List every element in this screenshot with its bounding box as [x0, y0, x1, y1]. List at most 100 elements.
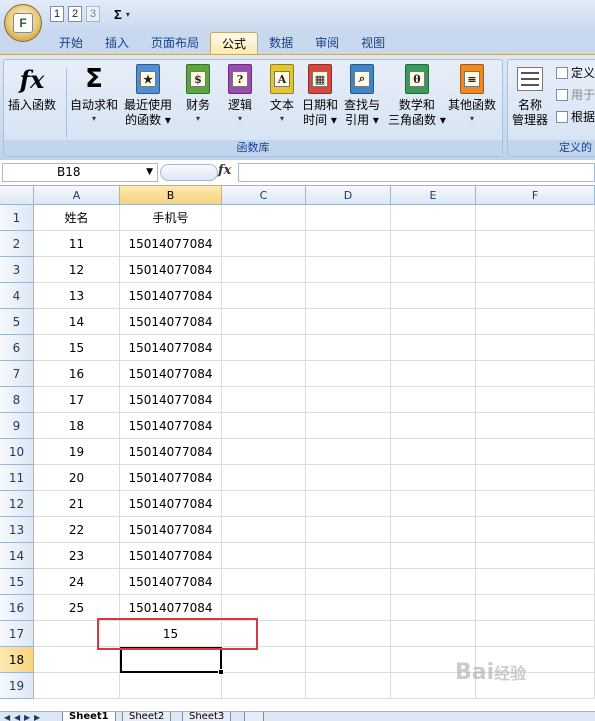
row-header[interactable]: 3: [0, 257, 34, 283]
create-from-selection-button[interactable]: 根据: [556, 108, 595, 125]
cell-d12[interactable]: [306, 491, 391, 517]
cell-c3[interactable]: [222, 257, 306, 283]
cell-b13[interactable]: 15014077084: [120, 517, 222, 543]
math-trig-button[interactable]: θ 数学和 三角函数 ▾: [388, 62, 446, 128]
cell-e16[interactable]: [391, 595, 476, 621]
cell-b9[interactable]: 15014077084: [120, 413, 222, 439]
cell-a11[interactable]: 20: [34, 465, 120, 491]
cell-d18[interactable]: [306, 647, 391, 673]
cell-c2[interactable]: [222, 231, 306, 257]
cell-b6[interactable]: 15014077084: [120, 335, 222, 361]
sigma-icon[interactable]: Σ: [114, 7, 122, 22]
cell-e15[interactable]: [391, 569, 476, 595]
cell-d10[interactable]: [306, 439, 391, 465]
cell-b3[interactable]: 15014077084: [120, 257, 222, 283]
cell-d6[interactable]: [306, 335, 391, 361]
cell-a1[interactable]: 姓名: [34, 205, 120, 231]
financial-button[interactable]: $ 财务 ▾: [183, 62, 213, 125]
cell-d15[interactable]: [306, 569, 391, 595]
cell-d16[interactable]: [306, 595, 391, 621]
sheet-tab-3[interactable]: Sheet3: [182, 712, 232, 721]
cell-a5[interactable]: 14: [34, 309, 120, 335]
cell-a6[interactable]: 15: [34, 335, 120, 361]
autosum-button[interactable]: Σ 自动求和 ▾: [70, 62, 118, 125]
tab-review[interactable]: 审阅: [304, 32, 350, 54]
cell-e10[interactable]: [391, 439, 476, 465]
row-header[interactable]: 13: [0, 517, 34, 543]
row-header[interactable]: 11: [0, 465, 34, 491]
cell-d19[interactable]: [306, 673, 391, 699]
column-header-e[interactable]: E: [391, 186, 476, 205]
cell-c6[interactable]: [222, 335, 306, 361]
more-functions-button[interactable]: ≡ 其他函数 ▾: [448, 62, 496, 125]
cell-a7[interactable]: 16: [34, 361, 120, 387]
cell-e6[interactable]: [391, 335, 476, 361]
cell-e11[interactable]: [391, 465, 476, 491]
cell-e5[interactable]: [391, 309, 476, 335]
cell-a13[interactable]: 22: [34, 517, 120, 543]
name-manager-button[interactable]: 名称 管理器: [512, 62, 548, 128]
cell-c13[interactable]: [222, 517, 306, 543]
cell-d4[interactable]: [306, 283, 391, 309]
sheet-tab-1[interactable]: Sheet1: [62, 712, 116, 721]
cell-a12[interactable]: 21: [34, 491, 120, 517]
cell-f13[interactable]: [476, 517, 595, 543]
formula-bar-resize-handle[interactable]: [160, 164, 218, 181]
lookup-reference-button[interactable]: ⌕ 查找与 引用 ▾: [344, 62, 380, 128]
cell-f17[interactable]: [476, 621, 595, 647]
cell-e3[interactable]: [391, 257, 476, 283]
cell-a3[interactable]: 12: [34, 257, 120, 283]
row-header[interactable]: 9: [0, 413, 34, 439]
cell-c7[interactable]: [222, 361, 306, 387]
cell-c11[interactable]: [222, 465, 306, 491]
cell-d11[interactable]: [306, 465, 391, 491]
formula-input[interactable]: [238, 163, 595, 182]
define-name-button[interactable]: 定义: [556, 64, 595, 81]
cell-c15[interactable]: [222, 569, 306, 595]
row-header[interactable]: 4: [0, 283, 34, 309]
row-header[interactable]: 8: [0, 387, 34, 413]
column-header-a[interactable]: A: [34, 186, 120, 205]
cell-f8[interactable]: [476, 387, 595, 413]
cell-f10[interactable]: [476, 439, 595, 465]
cell-e7[interactable]: [391, 361, 476, 387]
cell-f5[interactable]: [476, 309, 595, 335]
cell-b2[interactable]: 15014077084: [120, 231, 222, 257]
row-header[interactable]: 19: [0, 673, 34, 699]
select-all-corner[interactable]: [0, 186, 34, 205]
cell-d9[interactable]: [306, 413, 391, 439]
cell-b19[interactable]: [120, 673, 222, 699]
cell-a18[interactable]: [34, 647, 120, 673]
cell-c14[interactable]: [222, 543, 306, 569]
qat-key-2[interactable]: 2: [68, 6, 82, 22]
cell-d1[interactable]: [306, 205, 391, 231]
sheet-tab-2[interactable]: Sheet2: [122, 712, 172, 721]
cell-d8[interactable]: [306, 387, 391, 413]
cell-d5[interactable]: [306, 309, 391, 335]
row-header[interactable]: 1: [0, 205, 34, 231]
cell-e13[interactable]: [391, 517, 476, 543]
row-header[interactable]: 10: [0, 439, 34, 465]
cell-e12[interactable]: [391, 491, 476, 517]
tab-insert[interactable]: 插入: [94, 32, 140, 54]
cell-f4[interactable]: [476, 283, 595, 309]
row-header[interactable]: 17: [0, 621, 34, 647]
cell-f6[interactable]: [476, 335, 595, 361]
cell-c10[interactable]: [222, 439, 306, 465]
tab-home[interactable]: 开始: [48, 32, 94, 54]
cell-b7[interactable]: 15014077084: [120, 361, 222, 387]
cell-a9[interactable]: 18: [34, 413, 120, 439]
chevron-down-icon[interactable]: ▾: [126, 10, 130, 19]
cell-f9[interactable]: [476, 413, 595, 439]
row-header[interactable]: 15: [0, 569, 34, 595]
cell-a14[interactable]: 23: [34, 543, 120, 569]
office-button[interactable]: F: [4, 4, 42, 42]
tab-page-layout[interactable]: 页面布局: [140, 32, 210, 54]
row-header[interactable]: 7: [0, 361, 34, 387]
cell-f16[interactable]: [476, 595, 595, 621]
cell-f15[interactable]: [476, 569, 595, 595]
prev-sheet-icon[interactable]: ◀: [14, 713, 20, 721]
cell-c4[interactable]: [222, 283, 306, 309]
cell-b10[interactable]: 15014077084: [120, 439, 222, 465]
tab-view[interactable]: 视图: [350, 32, 396, 54]
